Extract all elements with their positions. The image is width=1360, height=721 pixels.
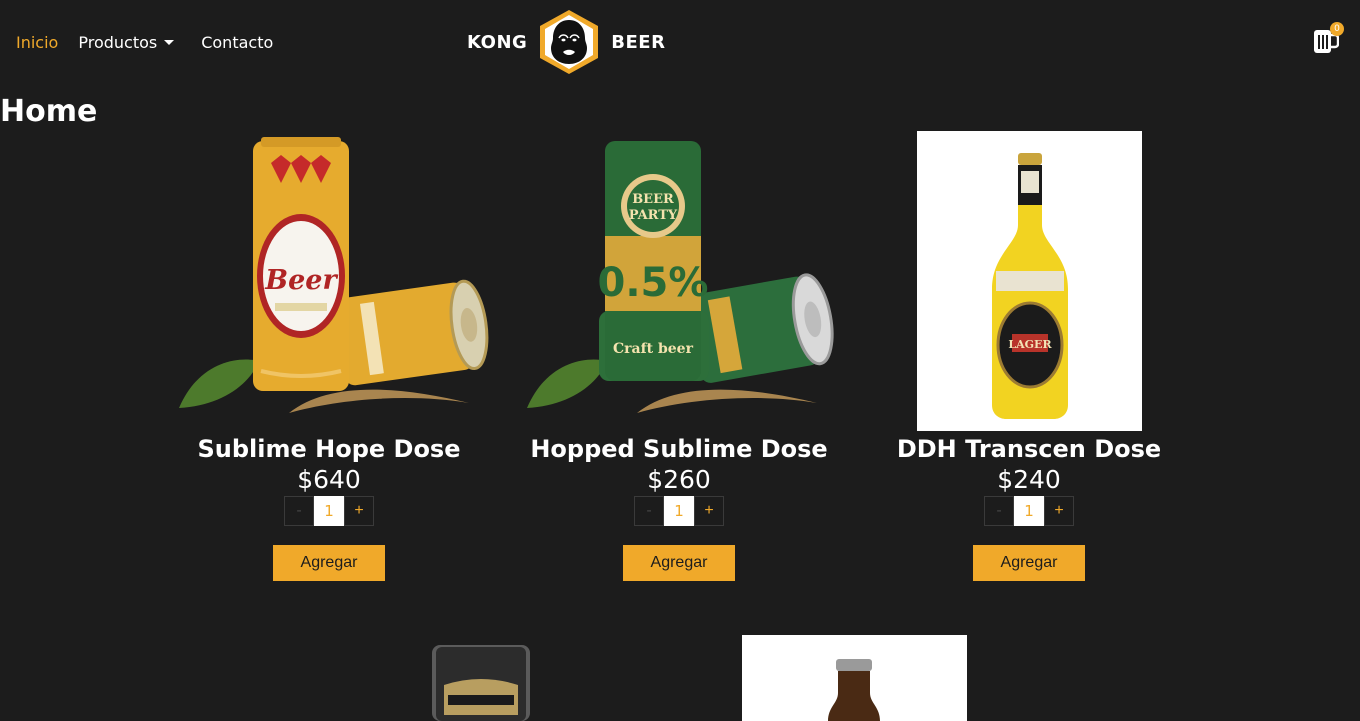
- quantity-decrease-button[interactable]: -: [984, 496, 1014, 526]
- product-name: Sublime Hope Dose: [197, 435, 461, 463]
- svg-text:Beer: Beer: [264, 265, 338, 296]
- chevron-down-icon: [164, 40, 175, 45]
- beer-bottle-image-icon: [828, 659, 880, 721]
- product-price: $240: [997, 465, 1061, 494]
- cart-button[interactable]: 0: [1313, 22, 1344, 56]
- nav-link-inicio[interactable]: Inicio: [16, 33, 58, 52]
- quantity-decrease-button[interactable]: -: [634, 496, 664, 526]
- product-card: BEER PARTY 0.5% Craft beer Hopped Sublim…: [519, 131, 839, 581]
- quantity-increase-button[interactable]: +: [694, 496, 724, 526]
- brand-logo-link[interactable]: KONG BEER: [467, 8, 665, 76]
- product-price: $640: [297, 465, 361, 494]
- cart-count-badge: 0: [1330, 22, 1344, 36]
- quantity-stepper: - 1 +: [519, 496, 839, 526]
- quantity-value[interactable]: 1: [664, 496, 694, 526]
- product-card: Beer Sublime Hope Dose $640 - 1 + Agrega…: [169, 131, 489, 581]
- svg-text:BEER: BEER: [632, 192, 674, 207]
- nav-link-productos-label: Productos: [78, 33, 158, 52]
- product-name: Hopped Sublime Dose: [530, 435, 828, 463]
- svg-text:0.5%: 0.5%: [598, 260, 709, 306]
- navbar: Inicio Productos Contacto KONG BEER 0: [0, 0, 1360, 86]
- svg-text:Craft beer: Craft beer: [613, 341, 694, 357]
- brand-word-right: BEER: [611, 31, 666, 53]
- brand-word-left: KONG: [467, 31, 528, 53]
- beer-can-image-icon: Beer: [179, 137, 489, 413]
- quantity-increase-button[interactable]: +: [344, 496, 374, 526]
- beer-can-image-icon: [432, 645, 530, 721]
- quantity-stepper: - 1 +: [869, 496, 1189, 526]
- quantity-value[interactable]: 1: [1014, 496, 1044, 526]
- nav-links: Inicio Productos Contacto: [16, 33, 273, 52]
- svg-text:PARTY: PARTY: [629, 208, 678, 223]
- product-image: BEER PARTY 0.5% Craft beer: [519, 131, 839, 431]
- nav-link-contacto[interactable]: Contacto: [201, 33, 273, 52]
- add-to-cart-button[interactable]: Agregar: [623, 545, 735, 581]
- beer-can-image-icon: BEER PARTY 0.5% Craft beer: [527, 141, 834, 413]
- quantity-decrease-button[interactable]: -: [284, 496, 314, 526]
- page-title: Home: [0, 94, 98, 129]
- product-image: Beer: [169, 131, 489, 431]
- product-card: LAGER DDH Transcen Dose $240 - 1 + Agreg…: [869, 131, 1189, 581]
- add-to-cart-button[interactable]: Agregar: [273, 545, 385, 581]
- add-to-cart-button[interactable]: Agregar: [973, 545, 1085, 581]
- nav-link-productos[interactable]: Productos: [78, 33, 181, 52]
- product-name: DDH Transcen Dose: [896, 435, 1162, 463]
- product-image: [430, 645, 532, 721]
- product-image: [742, 635, 967, 721]
- beer-bottle-image-icon: LAGER: [991, 153, 1068, 419]
- product-image: LAGER: [916, 131, 1142, 431]
- svg-text:LAGER: LAGER: [1008, 338, 1052, 351]
- product-price: $260: [647, 465, 711, 494]
- quantity-value[interactable]: 1: [314, 496, 344, 526]
- gorilla-logo-icon: [540, 10, 599, 74]
- quantity-stepper: - 1 +: [169, 496, 489, 526]
- quantity-increase-button[interactable]: +: [1044, 496, 1074, 526]
